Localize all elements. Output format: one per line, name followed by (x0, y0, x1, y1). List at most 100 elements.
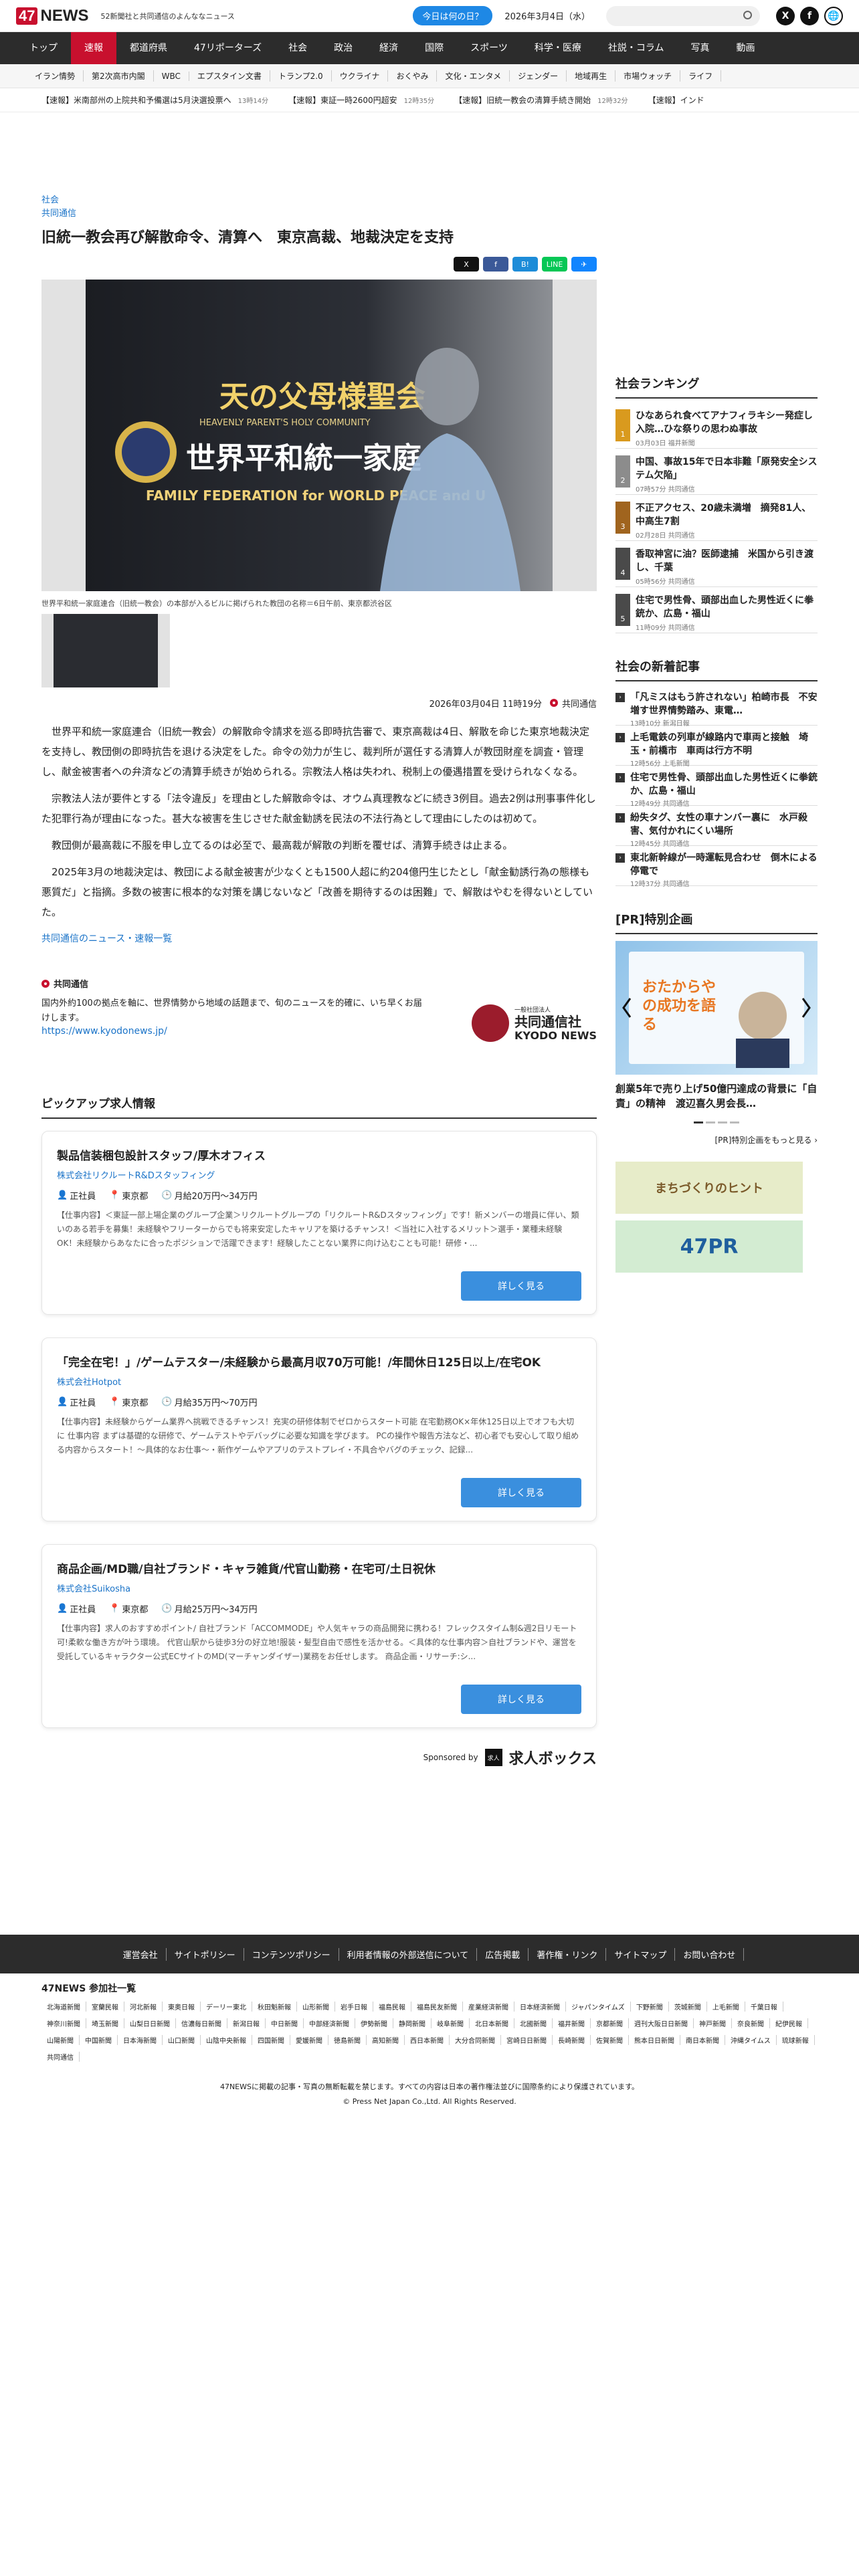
member-paper-link[interactable]: 山陽新聞 (41, 2035, 80, 2045)
ranking-item[interactable]: 5 住宅で男性骨、頭部出血した男性近くに拳銃か、広島・福山 11時09分 共同通信 (615, 587, 818, 633)
footer-nav-item[interactable]: サイトマップ (606, 1947, 676, 1961)
site-logo[interactable]: 47 NEWS (16, 7, 88, 25)
ticker-item[interactable]: 【速報】インド (648, 94, 711, 106)
footer-nav-item[interactable]: 利用者情報の外部送信について (339, 1947, 478, 1961)
share-hatena-icon[interactable]: B! (512, 257, 538, 272)
byline-source[interactable]: 共同通信 (549, 697, 597, 710)
new-article-item[interactable]: › 紛失タグ、女性の車ナンバー裏に 水戸殺害、気付かれにくい場所 12時45分 共同… (615, 806, 818, 848)
pr-more-link[interactable]: [PR]特別企画をもっと見る › (615, 1134, 818, 1146)
topic-nav-item[interactable]: エプスタイン文書 (189, 70, 270, 82)
main-nav-item[interactable]: スポーツ (457, 32, 521, 64)
agency-url[interactable]: https://www.kyodonews.jp/ (41, 1026, 430, 1037)
member-paper-link[interactable]: 山陰中央新報 (201, 2035, 252, 2045)
member-paper-link[interactable]: 西日本新聞 (405, 2035, 450, 2045)
member-paper-link[interactable]: 週刊大阪日日新聞 (629, 2018, 694, 2028)
main-nav-item[interactable]: 社会 (275, 32, 320, 64)
footer-nav-item[interactable]: 運営会社 (115, 1947, 167, 1961)
member-paper-link[interactable]: 山梨日日新聞 (124, 2018, 176, 2028)
member-paper-link[interactable]: 神奈川新聞 (41, 2018, 86, 2028)
carousel-dot[interactable] (694, 1121, 703, 1123)
share-facebook-icon[interactable]: f (483, 257, 508, 272)
main-nav-item[interactable]: 社説・コラム (595, 32, 678, 64)
share-x-icon[interactable]: X (454, 257, 479, 272)
topic-nav-item[interactable]: トランプ2.0 (270, 70, 332, 82)
47pr-banner[interactable]: 47PR (615, 1220, 803, 1273)
ranking-item[interactable]: 2 中国、事故15年で日本非難「原発安全システム欠陥」 07時57分 共同通信 (615, 449, 818, 495)
new-article-item[interactable]: › 住宅で男性骨、頭部出血した男性近くに拳銃か、広島・福山 12時49分 共同通信 (615, 766, 818, 808)
facebook-icon[interactable]: f (800, 6, 819, 25)
footer-nav-item[interactable]: 著作権・リンク (529, 1947, 607, 1961)
job-detail-button[interactable]: 詳しく見る (461, 1271, 581, 1301)
member-paper-link[interactable]: 中部経済新聞 (304, 2018, 355, 2028)
article-main-photo[interactable]: 天の父母様聖会 HEAVENLY PARENT'S HOLY COMMUNITY… (41, 280, 597, 591)
today-in-history-button[interactable]: 今日は何の日？ (413, 6, 493, 25)
job-detail-button[interactable]: 詳しく見る (461, 1478, 581, 1507)
member-paper-link[interactable]: 福島民報 (373, 2002, 411, 2012)
topic-nav-item[interactable]: WBC (154, 71, 189, 81)
job-title[interactable]: 製品信装梱包設計スタッフ/厚木オフィス (57, 1146, 581, 1163)
carousel-dot[interactable] (718, 1121, 727, 1123)
topic-nav-item[interactable]: 第2次高市内閣 (84, 70, 154, 82)
main-nav-item[interactable]: 都道府県 (116, 32, 181, 64)
x-icon[interactable]: X (776, 6, 795, 25)
member-paper-link[interactable]: 北國新聞 (514, 2018, 553, 2028)
carousel-dot[interactable] (706, 1121, 715, 1123)
member-paper-link[interactable]: 中国新聞 (80, 2035, 118, 2045)
job-company[interactable]: 株式会社Hotpot (57, 1375, 581, 1388)
member-paper-link[interactable]: 琉球新報 (777, 2035, 815, 2045)
member-paper-link[interactable]: 新潟日報 (227, 2018, 266, 2028)
job-company[interactable]: 株式会社Suikosha (57, 1582, 581, 1594)
topic-nav-item[interactable]: おくやみ (388, 70, 438, 82)
member-paper-link[interactable]: 福井新聞 (553, 2018, 591, 2028)
main-nav-item[interactable]: 速報 (71, 32, 116, 64)
ranking-item[interactable]: 3 不正アクセス、20歳未満増 摘発81人、中高生7割 02月28日 共同通信 (615, 495, 818, 541)
main-nav-item[interactable]: 経済 (366, 32, 411, 64)
topic-nav-item[interactable]: ジェンダー (510, 70, 567, 82)
topic-nav-item[interactable]: 地域再生 (567, 70, 616, 82)
footer-nav-item[interactable]: お問い合わせ (675, 1947, 745, 1961)
member-paper-link[interactable]: 信濃毎日新聞 (176, 2018, 227, 2028)
job-title[interactable]: 「完全在宅！」/ゲームテスター/未経験から最高月収70万可能！/年間休日125日… (57, 1353, 581, 1370)
share-line-icon[interactable]: LINE (542, 257, 567, 272)
footer-nav-item[interactable]: サイトポリシー (167, 1947, 244, 1961)
ticker-item[interactable]: 【速報】東証一時2600円超安 12時35分 (288, 94, 434, 106)
search-icon[interactable] (743, 10, 752, 19)
new-article-item[interactable]: › 東北新幹線が一時運転見合わせ 倒木による停電で 12時37分 共同通信 (615, 846, 818, 888)
main-nav-item[interactable]: 47リポーターズ (181, 32, 275, 64)
member-paper-link[interactable]: 産業経済新聞 (463, 2002, 514, 2012)
member-paper-link[interactable]: 宮崎日日新聞 (501, 2035, 553, 2045)
ticker-item[interactable]: 【速報】旧統一教会の清算手続き開始 12時32分 (454, 94, 628, 106)
topic-nav-item[interactable]: ウクライナ (332, 70, 389, 82)
member-paper-link[interactable]: 熊本日日新聞 (629, 2035, 680, 2045)
member-paper-link[interactable]: 奈良新聞 (732, 2018, 770, 2028)
kyodo-logo[interactable]: 一般社団法人 共同通信社 KYODO NEWS (472, 1004, 597, 1042)
job-title[interactable]: 商品企画/MD職/自社ブランド・キャラ雑貨/代官山勤務・在宅可/土日祝休 (57, 1560, 581, 1576)
member-paper-link[interactable]: 佐賀新聞 (591, 2035, 629, 2045)
main-nav-item[interactable]: 科学・医療 (521, 32, 595, 64)
member-paper-link[interactable]: 高知新聞 (367, 2035, 405, 2045)
member-paper-link[interactable]: 岩手日報 (335, 2002, 373, 2012)
carousel-dot[interactable] (730, 1121, 739, 1123)
main-nav-item[interactable]: 動画 (723, 32, 768, 64)
search-input[interactable] (606, 5, 760, 26)
agency-link[interactable]: 共同通信 (41, 207, 597, 221)
member-paper-link[interactable]: 中日新聞 (266, 2018, 304, 2028)
member-paper-link[interactable]: 愛媛新聞 (290, 2035, 328, 2045)
footer-nav-item[interactable]: 広告掲載 (477, 1947, 529, 1961)
topic-nav-item[interactable]: ライフ (680, 70, 722, 82)
member-paper-link[interactable]: 徳島新聞 (328, 2035, 367, 2045)
topic-nav-item[interactable]: 文化・エンタメ (437, 70, 510, 82)
main-nav-item[interactable]: 国際 (411, 32, 457, 64)
pr-article-title[interactable]: 創業5年で売り上げ50億円達成の背景に「自責」の精神 渡辺喜久男会長… (615, 1081, 818, 1111)
globe-icon[interactable]: 🌐 (824, 6, 843, 25)
member-paper-link[interactable]: 紀伊民報 (770, 2018, 808, 2028)
sponsor-name[interactable]: 求人ボックス (509, 1747, 597, 1768)
ranking-item[interactable]: 1 ひなあられ食べてアナフィラキシー発症し入院…ひな祭りの思わぬ事故 03月03日 … (615, 403, 818, 449)
member-paper-link[interactable]: 福島民友新聞 (411, 2002, 463, 2012)
pr-carousel-image[interactable]: おたからやの成功を語る (615, 941, 818, 1075)
new-article-item[interactable]: › 「凡ミスはもう許されない」柏崎市長 不安増す世界情勢踏み、東電… 13時10分 … (615, 685, 818, 728)
member-paper-link[interactable]: 千葉日報 (745, 2002, 783, 2012)
footer-nav-item[interactable]: コンテンツポリシー (244, 1947, 339, 1961)
member-paper-link[interactable]: 大分合同新聞 (450, 2035, 501, 2045)
member-paper-link[interactable]: 北日本新聞 (470, 2018, 514, 2028)
